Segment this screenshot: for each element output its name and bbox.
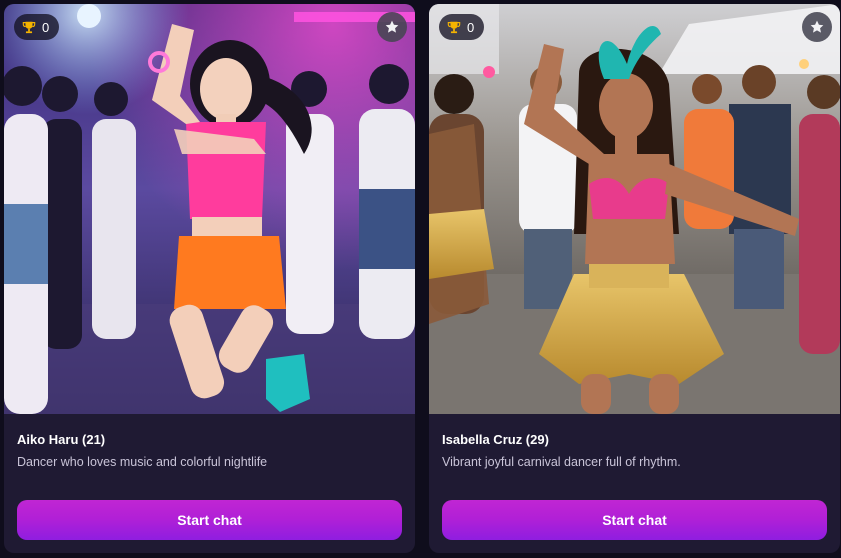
favorite-button[interactable] [802,12,832,42]
favorite-button[interactable] [377,12,407,42]
dancer-nightclub-photo [4,4,415,414]
score-value: 0 [467,19,475,35]
start-chat-button[interactable]: Start chat [442,500,827,540]
card-info: Aiko Haru (21) Dancer who loves music an… [17,432,402,470]
character-grid: 0 Aiko Haru (21) Dancer who loves music … [0,0,841,558]
carnival-dancer-photo [429,4,840,414]
start-chat-button[interactable]: Start chat [17,500,402,540]
character-description: Vibrant joyful carnival dancer full of r… [442,455,681,469]
character-name: Aiko Haru (21) [17,432,106,447]
character-card[interactable]: 0 Isabella Cruz (29) Vibrant joyful carn… [429,4,840,553]
character-photo[interactable] [429,4,840,414]
score-value: 0 [42,19,50,35]
character-description: Dancer who loves music and colorful nigh… [17,455,268,469]
trophy-icon [22,21,36,34]
star-icon [385,20,399,33]
character-card[interactable]: 0 Aiko Haru (21) Dancer who loves music … [4,4,415,553]
star-icon [810,20,824,33]
trophy-icon [447,21,461,34]
character-name: Isabella Cruz (29) [442,432,549,447]
score-badge: 0 [439,14,485,40]
card-info: Isabella Cruz (29) Vibrant joyful carniv… [442,432,827,470]
score-badge: 0 [14,14,60,40]
character-photo[interactable] [4,4,415,414]
